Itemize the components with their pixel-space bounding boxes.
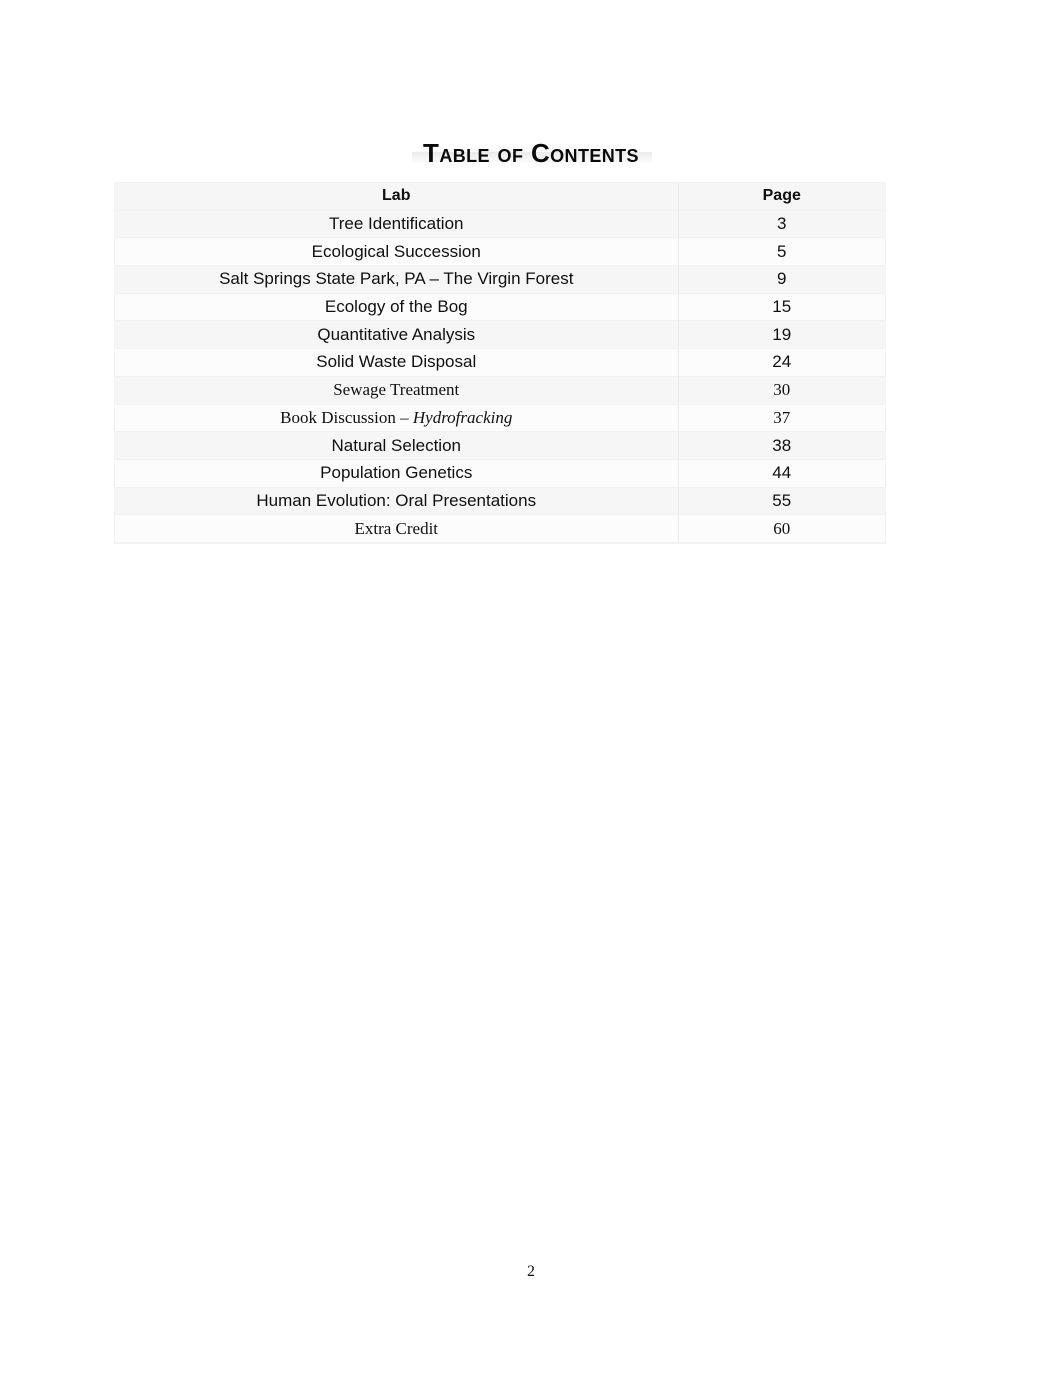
toc-entry-label: Sewage Treatment	[115, 376, 679, 405]
column-header-page: Page	[678, 183, 885, 211]
toc-entry-page-number: 3	[678, 210, 885, 239]
toc-entry-page-number: 5	[678, 237, 885, 267]
toc-entry-label: Ecology of the Bog	[115, 293, 679, 322]
toc-entry-page-number: 24	[678, 348, 885, 377]
toc-entry-label: Natural Selection	[115, 431, 679, 460]
table-header-row: Lab Page	[115, 183, 885, 211]
toc-entry-label-italic: Hydrofracking	[412, 407, 513, 427]
toc-entry-label: Population Genetics	[115, 459, 679, 488]
toc-entry-page-number: 38	[678, 431, 885, 460]
table-row: Extra Credit 60	[115, 514, 885, 543]
toc-entry-page-number: 37	[678, 404, 885, 433]
table-body: Tree Identification 3 Ecological Successio…	[115, 210, 885, 543]
toc-entry-label: Human Evolution: Oral Presentations	[115, 487, 679, 516]
toc-entry-page-number: 55	[678, 487, 885, 516]
table-row: Population Genetics 44	[115, 459, 885, 488]
toc-entry-page-number: 30	[678, 376, 885, 405]
table-row: Book Discussion – Hydrofracking 37	[115, 404, 885, 433]
table-row: Salt Springs State Park, PA – The Virgin…	[115, 265, 885, 294]
table-header: Lab Page	[115, 183, 885, 211]
table-row: Ecology of the Bog 15	[115, 293, 885, 322]
table-of-contents-table: Lab Page Tree Identification 3 Ecological …	[115, 183, 885, 543]
toc-entry-label: Quantitative Analysis	[115, 320, 679, 350]
document-page: Table of Contents Lab Page Tree Identifi…	[0, 0, 1062, 1376]
toc-entry-label: Tree Identification	[115, 210, 679, 239]
table-row: Sewage Treatment 30	[115, 376, 885, 405]
table-row: Human Evolution: Oral Presentations 55	[115, 487, 885, 516]
column-header-lab: Lab	[115, 183, 679, 211]
table-row: Quantitative Analysis 19	[115, 320, 885, 350]
toc-entry-label: Book Discussion – Hydrofracking	[115, 404, 679, 433]
table-row: Ecological Succession 5	[115, 237, 885, 267]
table-row: Natural Selection 38	[115, 431, 885, 460]
toc-entry-label: Solid Waste Disposal	[115, 348, 679, 377]
toc-entry-page-number: 9	[678, 265, 885, 294]
footer-page-number: 2	[527, 1263, 535, 1280]
page-title: Table of Contents	[423, 138, 639, 169]
toc-entry-label: Salt Springs State Park, PA – The Virgin…	[115, 265, 679, 294]
toc-entry-page-number: 44	[678, 459, 885, 488]
toc-entry-page-number: 19	[678, 320, 885, 350]
toc-entry-page-number: 60	[678, 514, 885, 543]
toc-entry-label: Extra Credit	[115, 514, 679, 543]
toc-entry-page-number: 15	[678, 293, 885, 322]
table-row: Solid Waste Disposal 24	[115, 348, 885, 377]
toc-entry-label: Ecological Succession	[115, 237, 679, 267]
table-row: Tree Identification 3	[115, 210, 885, 239]
